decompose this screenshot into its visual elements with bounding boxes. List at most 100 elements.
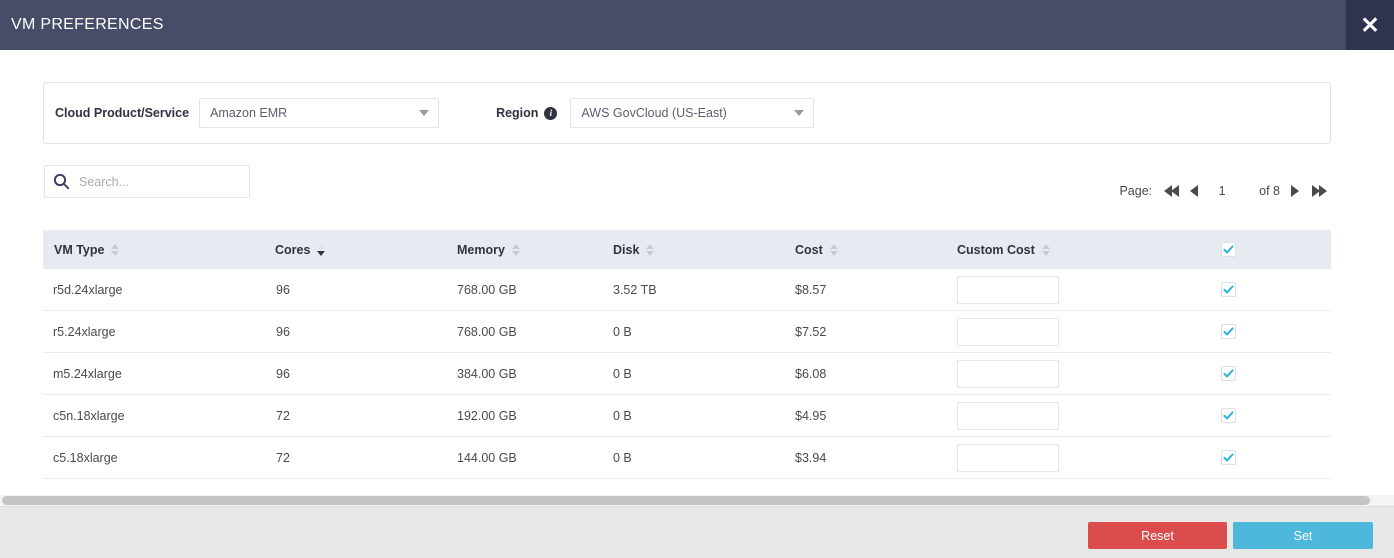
- region-label: Region: [496, 106, 539, 120]
- custom-cost-input[interactable]: [957, 359, 1059, 388]
- search-box[interactable]: [44, 165, 250, 198]
- column-header-vm-type[interactable]: VM Type: [43, 230, 233, 269]
- select-all-checkbox[interactable]: [1221, 242, 1236, 257]
- close-button[interactable]: ✕: [1346, 0, 1394, 50]
- cell-row-select: [1106, 269, 1331, 311]
- vm-table-container: VM Type Cores Memory Disk Cost Custom Co…: [43, 230, 1331, 479]
- column-label: Memory: [457, 242, 505, 257]
- sort-icon-active[interactable]: [317, 243, 326, 256]
- cloud-product-value: Amazon EMR: [210, 106, 288, 120]
- next-page-button[interactable]: [1288, 182, 1302, 200]
- cloud-product-select[interactable]: Amazon EMR: [199, 98, 440, 128]
- last-page-button[interactable]: [1309, 182, 1330, 200]
- sort-icon[interactable]: [829, 243, 838, 256]
- column-header-disk[interactable]: Disk: [574, 230, 751, 269]
- column-label: Cores: [275, 242, 311, 257]
- table-row: m5.24xlarge 96 384.00 GB 0 B $6.08: [43, 352, 1331, 395]
- custom-cost-input[interactable]: [957, 443, 1059, 472]
- horizontal-scrollbar-thumb[interactable]: [2, 496, 1370, 505]
- custom-cost-input[interactable]: [957, 401, 1059, 430]
- cell-cores: 72: [233, 436, 410, 479]
- close-icon: ✕: [1360, 11, 1380, 38]
- cell-vm-type: r5.24xlarge: [43, 310, 233, 353]
- cell-custom-cost: [918, 310, 1106, 353]
- cell-disk: 3.52 TB: [574, 269, 751, 311]
- chevron-right-icon: [1291, 185, 1299, 197]
- row-checkbox[interactable]: [1221, 407, 1236, 423]
- sort-icon[interactable]: [646, 243, 655, 256]
- region-select[interactable]: AWS GovCloud (US-East): [570, 98, 815, 128]
- table-row: r5.24xlarge 96 768.00 GB 0 B $7.52: [43, 310, 1331, 353]
- cell-memory: 768.00 GB: [410, 310, 574, 353]
- column-header-memory[interactable]: Memory: [410, 230, 574, 269]
- cell-row-select: [1106, 310, 1331, 353]
- pagination: Page: 1 of 8: [1119, 182, 1330, 200]
- cell-memory: 144.00 GB: [410, 436, 574, 479]
- page-title: VM PREFERENCES: [11, 16, 164, 33]
- cloud-product-field: Cloud Product/Service Amazon EMR: [55, 98, 440, 128]
- cell-custom-cost: [918, 436, 1106, 479]
- cell-vm-type: r5d.24xlarge: [43, 269, 233, 311]
- dialog-footer: Reset Set: [0, 506, 1394, 558]
- column-header-custom-cost[interactable]: Custom Cost: [918, 230, 1106, 269]
- column-label: VM Type: [54, 242, 105, 257]
- column-header-cores[interactable]: Cores: [233, 230, 410, 269]
- table-row: c5.18xlarge 72 144.00 GB 0 B $3.94: [43, 436, 1331, 479]
- cell-row-select: [1106, 436, 1331, 479]
- cell-cost: $7.52: [751, 310, 918, 353]
- custom-cost-input[interactable]: [957, 317, 1059, 346]
- region-field: Region i AWS GovCloud (US-East): [496, 98, 815, 128]
- cell-custom-cost: [918, 352, 1106, 395]
- cell-disk: 0 B: [574, 352, 751, 395]
- first-page-button[interactable]: [1161, 182, 1182, 200]
- column-label: Disk: [613, 242, 640, 257]
- cell-custom-cost: [918, 394, 1106, 437]
- cell-disk: 0 B: [574, 310, 751, 353]
- cell-cost: $3.94: [751, 436, 918, 479]
- pagination-label: Page:: [1119, 184, 1153, 198]
- table-row: c5n.18xlarge 72 192.00 GB 0 B $4.95: [43, 394, 1331, 437]
- cell-cost: $4.95: [751, 394, 918, 437]
- prev-page-button[interactable]: [1187, 182, 1201, 200]
- sort-icon[interactable]: [1041, 243, 1050, 256]
- cell-cost: $6.08: [751, 352, 918, 395]
- cell-custom-cost: [918, 269, 1106, 311]
- cell-cores: 96: [233, 269, 410, 311]
- current-page-number[interactable]: 1: [1201, 184, 1243, 198]
- search-input[interactable]: [77, 173, 231, 190]
- cell-vm-type: c5.18xlarge: [43, 436, 233, 479]
- row-checkbox[interactable]: [1221, 365, 1236, 381]
- cell-memory: 192.00 GB: [410, 394, 574, 437]
- total-pages-label: of 8: [1259, 184, 1280, 198]
- cell-disk: 0 B: [574, 394, 751, 437]
- cell-cores: 72: [233, 394, 410, 437]
- info-icon[interactable]: i: [544, 106, 558, 120]
- vm-table: VM Type Cores Memory Disk Cost Custom Co…: [43, 230, 1331, 479]
- custom-cost-input[interactable]: [957, 275, 1059, 304]
- cell-cores: 96: [233, 352, 410, 395]
- table-body: r5d.24xlarge 96 768.00 GB 3.52 TB $8.57: [43, 269, 1331, 479]
- cell-vm-type: m5.24xlarge: [43, 352, 233, 395]
- filter-panel: Cloud Product/Service Amazon EMR Region …: [43, 82, 1331, 144]
- column-label: Custom Cost: [957, 242, 1035, 257]
- table-header-row: VM Type Cores Memory Disk Cost Custom Co…: [43, 230, 1331, 269]
- cell-cost: $8.57: [751, 269, 918, 311]
- chevron-left-icon: [1190, 185, 1199, 197]
- column-header-cost[interactable]: Cost: [751, 230, 918, 269]
- sort-icon[interactable]: [511, 243, 520, 256]
- set-button[interactable]: Set: [1233, 522, 1373, 549]
- region-value: AWS GovCloud (US-East): [581, 106, 727, 120]
- window-titlebar: VM PREFERENCES ✕: [0, 0, 1394, 50]
- cell-vm-type: c5n.18xlarge: [43, 394, 233, 437]
- cell-memory: 384.00 GB: [410, 352, 574, 395]
- cell-cores: 96: [233, 310, 410, 353]
- sort-icon[interactable]: [111, 243, 120, 256]
- column-label: Cost: [795, 242, 823, 257]
- reset-button[interactable]: Reset: [1088, 522, 1227, 549]
- table-row: r5d.24xlarge 96 768.00 GB 3.52 TB $8.57: [43, 269, 1331, 311]
- cell-row-select: [1106, 394, 1331, 437]
- row-checkbox[interactable]: [1221, 281, 1236, 297]
- row-checkbox[interactable]: [1221, 323, 1236, 339]
- row-checkbox[interactable]: [1221, 449, 1236, 465]
- chevron-down-icon: [794, 110, 805, 116]
